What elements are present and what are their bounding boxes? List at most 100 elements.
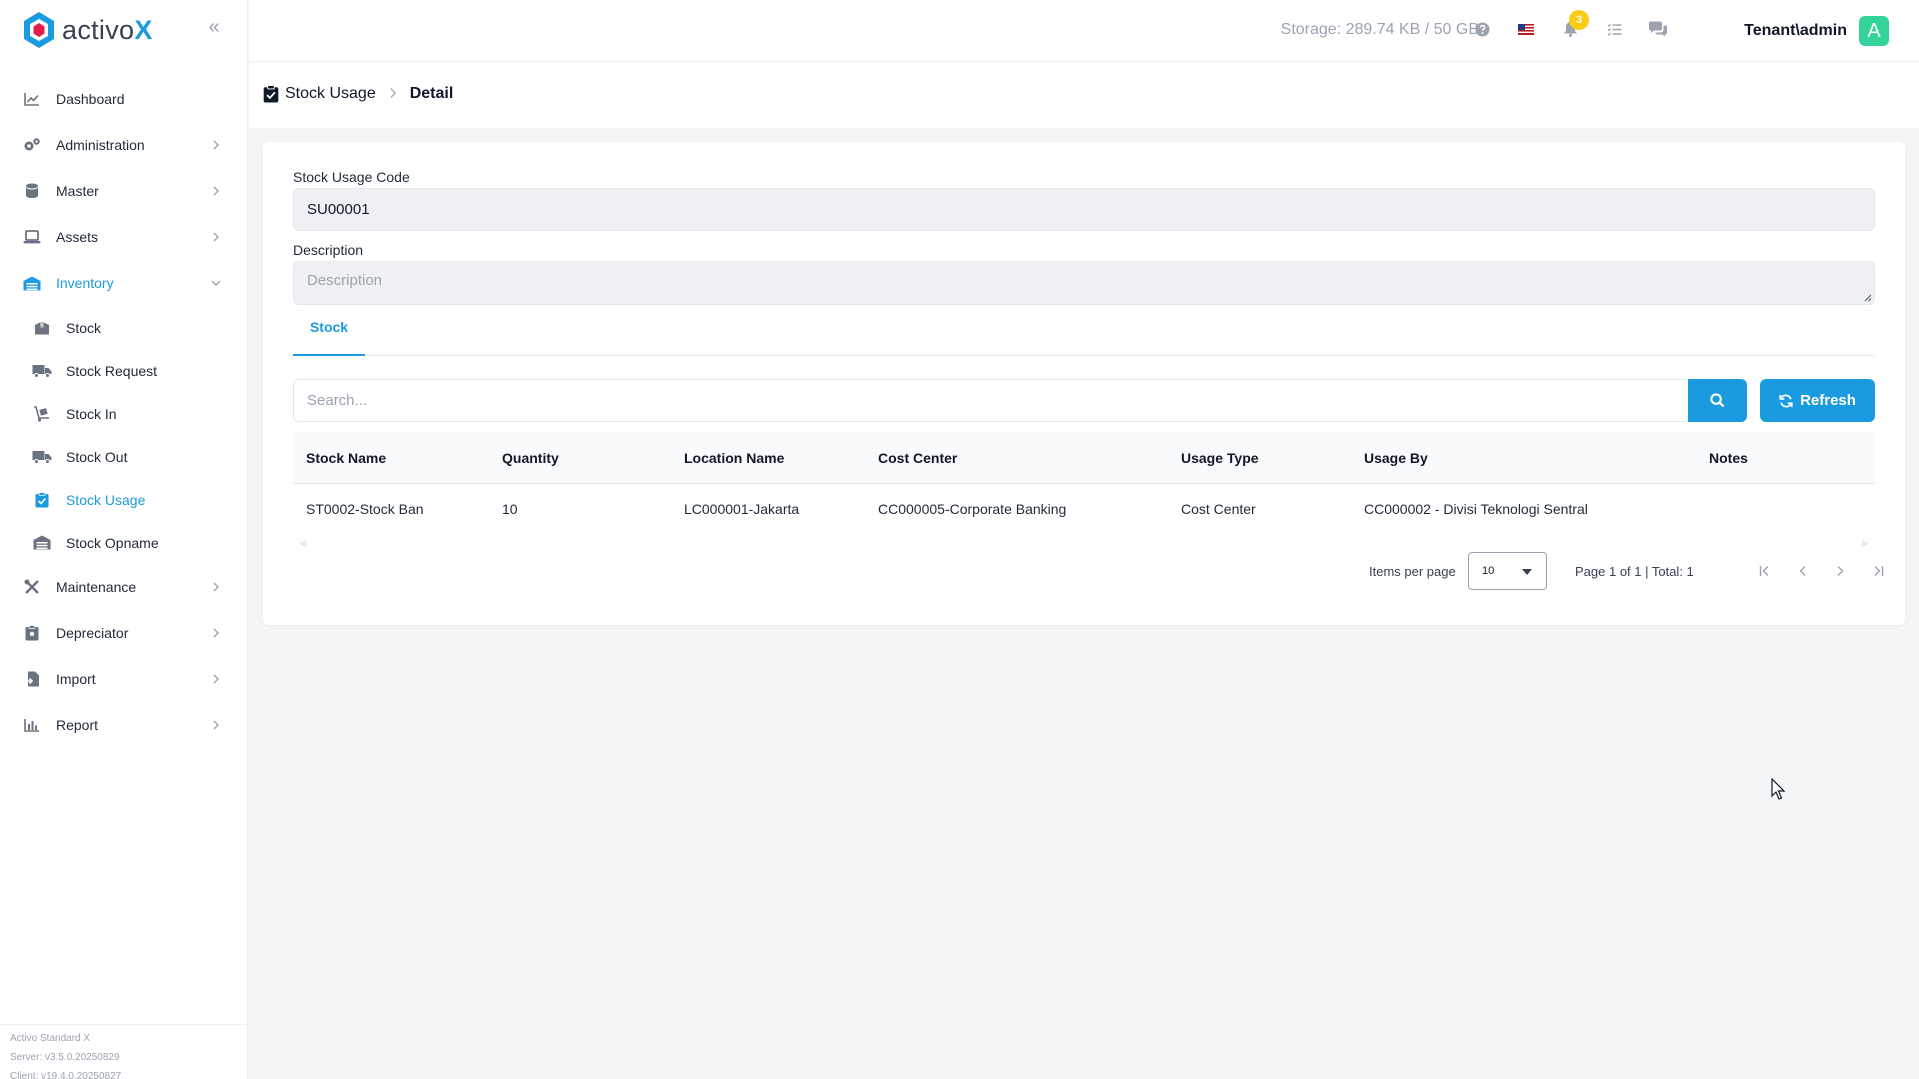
description-placeholder: Description — [307, 272, 383, 289]
items-per-page-label: Items per page — [1369, 564, 1456, 579]
sidebar-item-stock-out[interactable]: Stock Out — [0, 435, 248, 478]
chevron-right-icon — [213, 582, 219, 592]
column-header[interactable]: Cost Center — [878, 432, 957, 484]
clipboard-check-icon — [32, 490, 52, 510]
table-row[interactable]: ST0002-Stock Ban 10 LC000001-Jakarta CC0… — [293, 484, 1875, 534]
chevron-down-icon — [211, 280, 221, 286]
description-label: Description — [293, 242, 364, 258]
search-placeholder: Search... — [307, 392, 368, 409]
sidebar-item-stock-in[interactable]: Stock In — [0, 392, 248, 435]
sidebar-item-label: Administration — [56, 137, 145, 153]
notification-badge: 3 — [1569, 10, 1589, 30]
notification-bell-icon[interactable]: 3 — [1559, 10, 1589, 40]
cell-stock-name: ST0002-Stock Ban — [306, 501, 424, 517]
column-header[interactable]: Usage By — [1364, 432, 1428, 484]
column-header[interactable]: Location Name — [684, 432, 784, 484]
resize-handle-icon[interactable] — [1862, 292, 1872, 302]
stock-usage-code-label: Stock Usage Code — [293, 169, 410, 185]
laptop-icon — [22, 227, 42, 247]
first-page-icon[interactable] — [1755, 561, 1775, 581]
sidebar-item-master[interactable]: Master — [0, 168, 248, 214]
top-header: Storage: 289.74 KB / 50 GB 3 Tenant\admi… — [249, 0, 1919, 62]
column-header[interactable]: Stock Name — [306, 432, 386, 484]
header-icons: 3 — [1471, 10, 1669, 40]
next-page-icon[interactable] — [1830, 561, 1850, 581]
dolly-icon — [32, 404, 52, 424]
chevron-right-icon — [213, 628, 219, 638]
sidebar-item-label: Report — [56, 717, 99, 733]
refresh-label: Refresh — [1800, 392, 1856, 409]
description-textarea[interactable]: Description — [293, 261, 1875, 305]
client-version: Client: v19.4.0.20250827 — [10, 1071, 122, 1079]
sidebar-item-stock-opname[interactable]: Stock Opname — [0, 521, 248, 564]
clipboard-check-icon — [263, 85, 279, 103]
clipboard-icon — [22, 623, 42, 643]
sidebar-item-depreciator[interactable]: Depreciator — [0, 610, 248, 656]
warehouse-icon — [32, 533, 52, 553]
user-menu[interactable]: Tenant\admin A — [1744, 16, 1889, 46]
logo-hexagon-icon — [24, 12, 54, 48]
chat-icon[interactable] — [1647, 18, 1669, 40]
sidebar-item-label: Stock In — [66, 405, 117, 422]
sidebar-item-stock[interactable]: Stock — [0, 306, 248, 349]
items-per-page-value: 10 — [1482, 565, 1495, 577]
chevron-right-icon — [213, 720, 219, 730]
breadcrumb: Stock Usage Detail — [263, 85, 453, 103]
us-flag-icon[interactable] — [1515, 18, 1537, 40]
box-icon — [32, 318, 52, 338]
help-icon[interactable] — [1471, 18, 1493, 40]
product-name: Activo Standard X — [10, 1033, 91, 1044]
previous-page-icon[interactable] — [1793, 561, 1813, 581]
tab-stock[interactable]: Stock — [293, 312, 365, 356]
sidebar-item-label: Import — [56, 671, 96, 687]
column-header[interactable]: Usage Type — [1181, 432, 1259, 484]
server-version: Server: v3.5.0.20250829 — [10, 1052, 120, 1063]
avatar: A — [1859, 16, 1889, 46]
sidebar-item-report[interactable]: Report — [0, 702, 248, 748]
tab-bar: Stock — [293, 312, 1875, 356]
storage-usage: Storage: 289.74 KB / 50 GB — [1280, 21, 1479, 38]
sidebar: activoX « Dashboard Administration Maste… — [0, 0, 248, 1079]
sidebar-item-import[interactable]: Import — [0, 656, 248, 702]
last-page-icon[interactable] — [1868, 561, 1888, 581]
refresh-button[interactable]: Refresh — [1760, 379, 1875, 422]
search-button[interactable] — [1688, 379, 1747, 422]
sidebar-item-label: Master — [56, 183, 99, 199]
page-info: Page 1 of 1 | Total: 1 — [1575, 564, 1694, 579]
cell-quantity: 10 — [502, 501, 518, 517]
stock-usage-code-field[interactable]: SU00001 — [293, 188, 1875, 231]
breadcrumb-separator-icon — [388, 86, 398, 102]
truck-outgoing-icon — [32, 447, 52, 467]
stock-usage-code-value: SU00001 — [307, 201, 370, 218]
sidebar-item-label: Stock Out — [66, 448, 128, 465]
sidebar-item-maintenance[interactable]: Maintenance — [0, 564, 248, 610]
version-info: Activo Standard X Server: v3.5.0.2025082… — [0, 1024, 248, 1079]
sidebar-item-stock-request[interactable]: Stock Request — [0, 349, 248, 392]
search-icon — [1710, 393, 1725, 408]
sidebar-item-assets[interactable]: Assets — [0, 214, 248, 260]
column-header[interactable]: Notes — [1709, 432, 1748, 484]
items-per-page-select[interactable]: 10 — [1468, 552, 1547, 590]
scroll-left-icon[interactable]: ◀ — [299, 538, 306, 549]
sidebar-item-stock-usage[interactable]: Stock Usage — [0, 478, 248, 521]
chevron-right-icon — [213, 232, 219, 242]
sidebar-item-label: Stock Usage — [66, 491, 146, 508]
scroll-right-icon[interactable]: ▶ — [1862, 538, 1869, 549]
warehouse-icon — [22, 273, 42, 293]
task-list-icon[interactable] — [1603, 18, 1625, 40]
sidebar-item-dashboard[interactable]: Dashboard — [0, 76, 248, 122]
collapse-sidebar-icon[interactable]: « — [204, 17, 224, 38]
cell-cost-center: CC000005-Corporate Banking — [878, 501, 1067, 517]
horizontal-scrollbar[interactable]: ◀ ▶ — [293, 538, 1875, 550]
mouse-cursor-icon — [1771, 778, 1786, 800]
truck-icon — [32, 361, 52, 381]
app-logo[interactable]: activoX — [22, 10, 153, 50]
sidebar-item-inventory[interactable]: Inventory — [0, 260, 248, 306]
search-input[interactable]: Search... — [293, 379, 1689, 422]
sidebar-item-administration[interactable]: Administration — [0, 122, 248, 168]
sidebar-item-label: Maintenance — [56, 579, 137, 595]
chart-line-icon — [22, 89, 42, 109]
chevron-right-icon — [213, 140, 219, 150]
column-header[interactable]: Quantity — [502, 432, 559, 484]
breadcrumb-parent[interactable]: Stock Usage — [285, 85, 376, 103]
